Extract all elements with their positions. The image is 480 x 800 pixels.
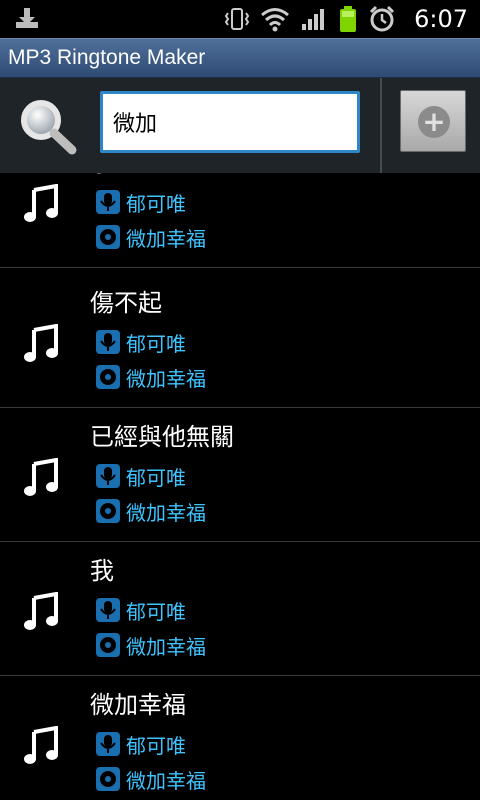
music-note-icon xyxy=(24,592,58,630)
album-row: 微加幸福 xyxy=(96,632,206,659)
app-title: MP3 Ringtone Maker xyxy=(8,46,206,69)
song-title: 微加幸福 xyxy=(90,691,186,719)
alarm-icon xyxy=(369,5,395,32)
microphone-icon xyxy=(96,598,120,622)
download-icon xyxy=(16,8,38,28)
search-field[interactable] xyxy=(100,91,360,153)
album-row: 微加幸福 xyxy=(96,364,206,391)
microphone-icon xyxy=(96,330,120,354)
album-name: 微加幸福 xyxy=(126,634,206,659)
artist-name: 郁可唯 xyxy=(126,331,186,356)
list-item[interactable]: 我 郁可唯 微加幸福 xyxy=(0,542,480,676)
search-input[interactable] xyxy=(113,104,349,140)
search-area: + xyxy=(0,78,480,173)
music-note-icon xyxy=(24,184,58,222)
album-name: 微加幸福 xyxy=(126,500,206,525)
artist-name: 郁可唯 xyxy=(126,599,186,624)
signal-icon xyxy=(302,9,324,30)
artist-row: 郁可唯 xyxy=(96,189,186,216)
list-item[interactable]: 傷不起 郁可唯 微加幸福 xyxy=(0,274,480,408)
list-item[interactable]: 微加幸福 郁可唯 微加幸福 xyxy=(0,676,480,800)
list-item[interactable]: 小巷 郁可唯 微加幸福 xyxy=(0,173,480,268)
music-note-icon xyxy=(24,458,58,496)
search-icon[interactable] xyxy=(16,96,80,156)
vibrate-icon xyxy=(224,8,250,30)
song-title: 已經與他無關 xyxy=(90,423,234,451)
status-time: 6:07 xyxy=(414,5,468,33)
album-name: 微加幸福 xyxy=(126,226,206,251)
artist-name: 郁可唯 xyxy=(126,191,186,216)
microphone-icon xyxy=(96,732,120,756)
album-name: 微加幸福 xyxy=(126,768,206,793)
add-button[interactable]: + xyxy=(400,90,466,152)
artist-row: 郁可唯 xyxy=(96,329,186,356)
microphone-icon xyxy=(96,464,120,488)
album-disc-icon xyxy=(96,225,120,249)
album-name: 微加幸福 xyxy=(126,366,206,391)
album-disc-icon xyxy=(96,365,120,389)
album-row: 微加幸福 xyxy=(96,498,206,525)
artist-row: 郁可唯 xyxy=(96,731,186,758)
status-bar: 6:07 xyxy=(0,0,480,38)
song-list: 小巷 郁可唯 微加幸福 傷不起 xyxy=(0,173,480,800)
divider xyxy=(380,78,382,173)
music-note-icon xyxy=(24,726,58,764)
artist-row: 郁可唯 xyxy=(96,597,186,624)
list-item[interactable]: 已經與他無關 郁可唯 微加幸福 xyxy=(0,408,480,542)
microphone-icon xyxy=(96,190,120,214)
album-disc-icon xyxy=(96,767,120,791)
artist-row: 郁可唯 xyxy=(96,463,186,490)
app-title-bar: MP3 Ringtone Maker xyxy=(0,38,480,78)
song-title: 傷不起 xyxy=(90,289,162,317)
album-disc-icon xyxy=(96,499,120,523)
battery-icon xyxy=(340,6,356,32)
add-icon: + xyxy=(418,106,450,138)
song-title: 小巷 xyxy=(90,173,138,178)
music-note-icon xyxy=(24,324,58,362)
album-row: 微加幸福 xyxy=(96,224,206,251)
artist-name: 郁可唯 xyxy=(126,465,186,490)
wifi-icon xyxy=(261,8,289,32)
album-row: 微加幸福 xyxy=(96,766,206,793)
artist-name: 郁可唯 xyxy=(126,733,186,758)
album-disc-icon xyxy=(96,633,120,657)
song-title: 我 xyxy=(90,557,114,585)
